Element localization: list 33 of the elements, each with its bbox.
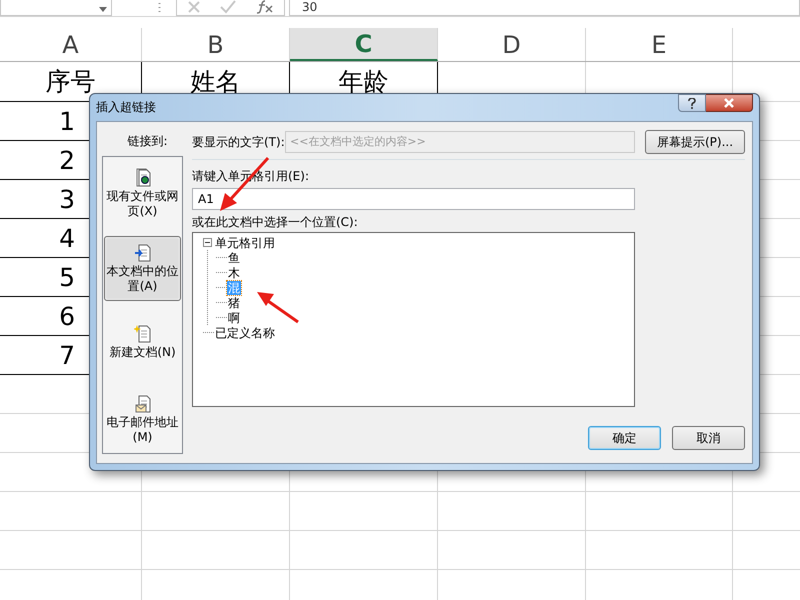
- close-icon: [723, 98, 735, 108]
- new-document-icon: [134, 324, 152, 344]
- check-icon[interactable]: [220, 0, 236, 14]
- tree-item[interactable]: 鱼: [227, 250, 241, 264]
- link-target-button[interactable]: 电子邮件地址(M): [104, 387, 181, 452]
- cancel-button[interactable]: 取消: [672, 426, 745, 450]
- column-header[interactable]: E: [586, 28, 733, 61]
- location-tree[interactable]: 单元格引用 鱼 木 混 猪 啊 已定义名称: [192, 232, 635, 407]
- close-button[interactable]: [706, 94, 753, 112]
- link-target-button[interactable]: 本文档中的位置(A): [104, 236, 181, 301]
- column-header[interactable]: A: [0, 28, 142, 61]
- column-header[interactable]: D: [438, 28, 586, 61]
- display-text-label: 要显示的文字(T):: [192, 135, 285, 149]
- cell-reference-input[interactable]: A1: [192, 188, 635, 210]
- help-button[interactable]: [678, 94, 706, 112]
- collapse-icon[interactable]: [203, 238, 212, 247]
- document-envelope-icon: [134, 394, 152, 414]
- tree-item[interactable]: 单元格引用: [214, 236, 276, 250]
- column-header[interactable]: C: [290, 28, 438, 61]
- dropdown-caret-icon: [99, 7, 107, 12]
- location-label: 或在此文档中选择一个位置(C):: [192, 215, 359, 229]
- document-globe-icon: [134, 168, 152, 188]
- formula-input[interactable]: 30: [289, 0, 800, 16]
- ok-button[interactable]: 确定: [588, 426, 661, 450]
- screen-tip-button[interactable]: 屏幕提示(P)...: [645, 130, 745, 154]
- help-icon: [688, 98, 696, 108]
- function-icon[interactable]: [256, 0, 274, 14]
- tree-item[interactable]: 啊: [227, 310, 241, 324]
- tree-item[interactable]: 木: [227, 266, 241, 280]
- annotation-arrow: [217, 155, 272, 214]
- document-arrow-icon: [134, 243, 152, 263]
- tree-item[interactable]: 已定义名称: [214, 326, 276, 340]
- tree-item[interactable]: 猪: [227, 296, 241, 310]
